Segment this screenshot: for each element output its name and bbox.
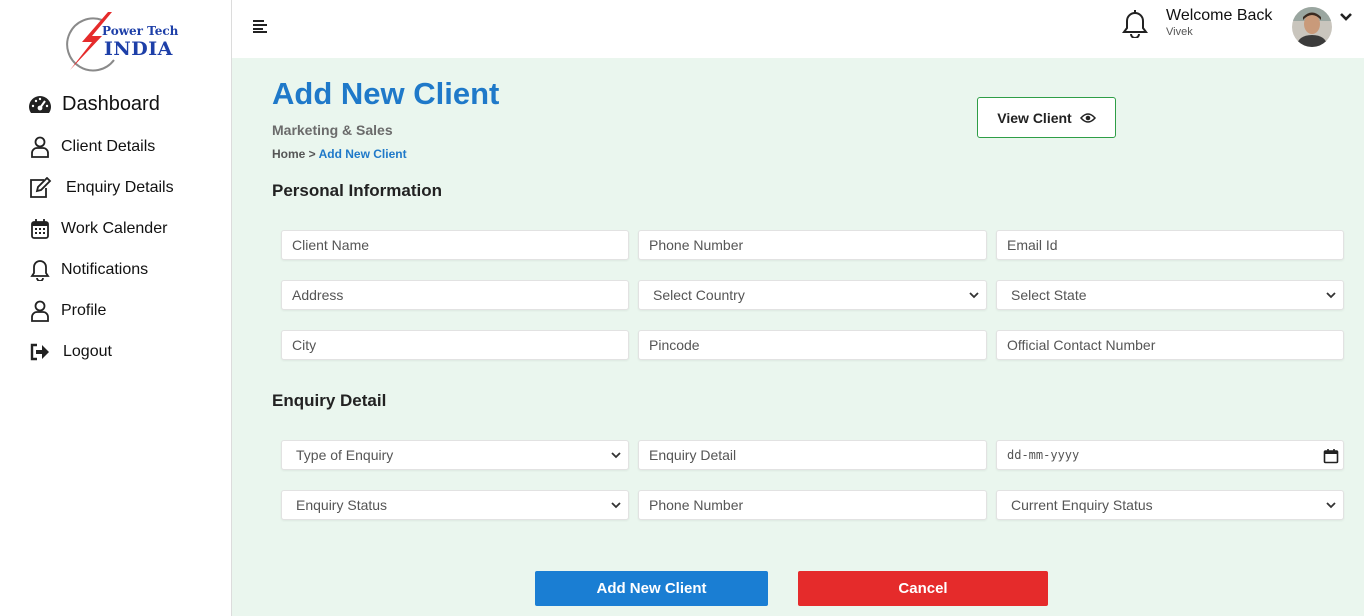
chevron-down-icon[interactable] — [1339, 10, 1353, 28]
chevron-down-icon — [611, 452, 621, 459]
view-client-label: View Client — [997, 109, 1072, 126]
page-subtitle: Marketing & Sales — [272, 122, 393, 138]
sidebar-item-work-calender[interactable]: Work Calender — [28, 217, 167, 241]
sidebar-item-client-details[interactable]: Client Details — [28, 135, 155, 159]
country-select[interactable]: Select Country — [638, 280, 987, 310]
username: Vivek — [1166, 26, 1193, 38]
enquiry-status-value: Enquiry Status — [296, 497, 388, 513]
chevron-down-icon — [1326, 502, 1336, 509]
state-select-value: Select State — [1011, 287, 1087, 303]
personal-info-title: Personal Information — [272, 181, 443, 200]
sidebar-item-notifications[interactable]: Notifications — [28, 258, 148, 282]
sidebar-item-label: Dashboard — [62, 92, 160, 115]
email-placeholder: Email Id — [1007, 237, 1058, 253]
main-content: Add New Client Marketing & Sales Home > … — [232, 58, 1364, 616]
sidebar-item-logout[interactable]: Logout — [28, 340, 112, 364]
date-placeholder: dd-mm-yyyy — [1007, 448, 1080, 462]
sidebar-item-label: Enquiry Details — [66, 179, 174, 196]
topbar: Welcome Back Vivek — [232, 0, 1364, 58]
chevron-down-icon — [1326, 292, 1336, 299]
current-enquiry-status-select[interactable]: Current Enquiry Status — [996, 490, 1344, 520]
add-new-client-button[interactable]: Add New Client — [535, 571, 768, 606]
brand-line2: INDIA — [104, 38, 173, 60]
city-input[interactable]: City — [281, 330, 629, 360]
breadcrumb-current: Add New Client — [318, 147, 407, 161]
eye-icon — [1079, 112, 1096, 123]
breadcrumb-home[interactable]: Home — [272, 147, 305, 161]
bell-icon — [28, 258, 52, 282]
calendar-icon — [28, 217, 52, 241]
brand-line1: Power Tech — [102, 24, 179, 38]
breadcrumb-separator: > — [305, 147, 319, 161]
menu-toggle-icon[interactable] — [252, 18, 268, 34]
view-client-button[interactable]: View Client — [977, 97, 1116, 138]
edit-icon — [28, 176, 52, 200]
enquiry-phone-input[interactable]: Phone Number — [638, 490, 987, 520]
cancel-button[interactable]: Cancel — [798, 571, 1048, 606]
avatar[interactable] — [1292, 7, 1332, 47]
pincode-input[interactable]: Pincode — [638, 330, 987, 360]
enquiry-detail-title: Enquiry Detail — [272, 391, 387, 410]
city-placeholder: City — [292, 337, 317, 353]
enquiry-detail-input[interactable]: Enquiry Detail — [638, 440, 987, 470]
enquiry-detail-placeholder: Enquiry Detail — [649, 447, 737, 463]
state-select[interactable]: Select State — [996, 280, 1344, 310]
user-icon — [28, 299, 52, 323]
phone-number-placeholder: Phone Number — [649, 237, 744, 253]
calendar-icon[interactable] — [1323, 448, 1339, 464]
welcome-text: Welcome Back — [1166, 7, 1273, 24]
brand-logo[interactable]: Power Tech INDIA — [62, 8, 182, 72]
chevron-down-icon — [969, 292, 979, 299]
phone-number-input[interactable]: Phone Number — [638, 230, 987, 260]
logout-icon — [28, 340, 52, 364]
cancel-label: Cancel — [898, 580, 948, 597]
notification-bell-icon[interactable] — [1122, 10, 1148, 43]
current-enquiry-status-value: Current Enquiry Status — [1011, 497, 1153, 513]
client-name-placeholder: Client Name — [292, 237, 370, 253]
page-title: Add New Client — [272, 76, 500, 111]
enquiry-status-select[interactable]: Enquiry Status — [281, 490, 629, 520]
sidebar-item-dashboard[interactable]: Dashboard — [28, 92, 160, 116]
official-contact-placeholder: Official Contact Number — [1007, 337, 1156, 353]
add-new-client-label: Add New Client — [596, 580, 707, 597]
email-input[interactable]: Email Id — [996, 230, 1344, 260]
country-select-value: Select Country — [653, 287, 745, 303]
sidebar-item-profile[interactable]: Profile — [28, 299, 106, 323]
address-placeholder: Address — [292, 287, 344, 303]
speedometer-icon — [28, 92, 52, 116]
breadcrumb: Home > Add New Client — [272, 147, 407, 161]
pincode-placeholder: Pincode — [649, 337, 700, 353]
sidebar: Power Tech INDIA Dashboard Client Detail… — [0, 0, 232, 616]
client-name-input[interactable]: Client Name — [281, 230, 629, 260]
user-icon — [28, 135, 52, 159]
enquiry-phone-placeholder: Phone Number — [649, 497, 744, 513]
enquiry-type-value: Type of Enquiry — [296, 447, 394, 463]
sidebar-item-label: Work Calender — [61, 220, 168, 237]
sidebar-item-label: Client Details — [61, 138, 156, 155]
official-contact-input[interactable]: Official Contact Number — [996, 330, 1344, 360]
sidebar-item-enquiry-details[interactable]: Enquiry Details — [28, 176, 174, 200]
enquiry-type-select[interactable]: Type of Enquiry — [281, 440, 629, 470]
chevron-down-icon — [611, 502, 621, 509]
sidebar-item-label: Notifications — [61, 261, 149, 278]
address-input[interactable]: Address — [281, 280, 629, 310]
sidebar-item-label: Logout — [63, 343, 112, 360]
enquiry-date-input[interactable]: dd-mm-yyyy — [996, 440, 1344, 470]
sidebar-item-label: Profile — [61, 302, 107, 319]
